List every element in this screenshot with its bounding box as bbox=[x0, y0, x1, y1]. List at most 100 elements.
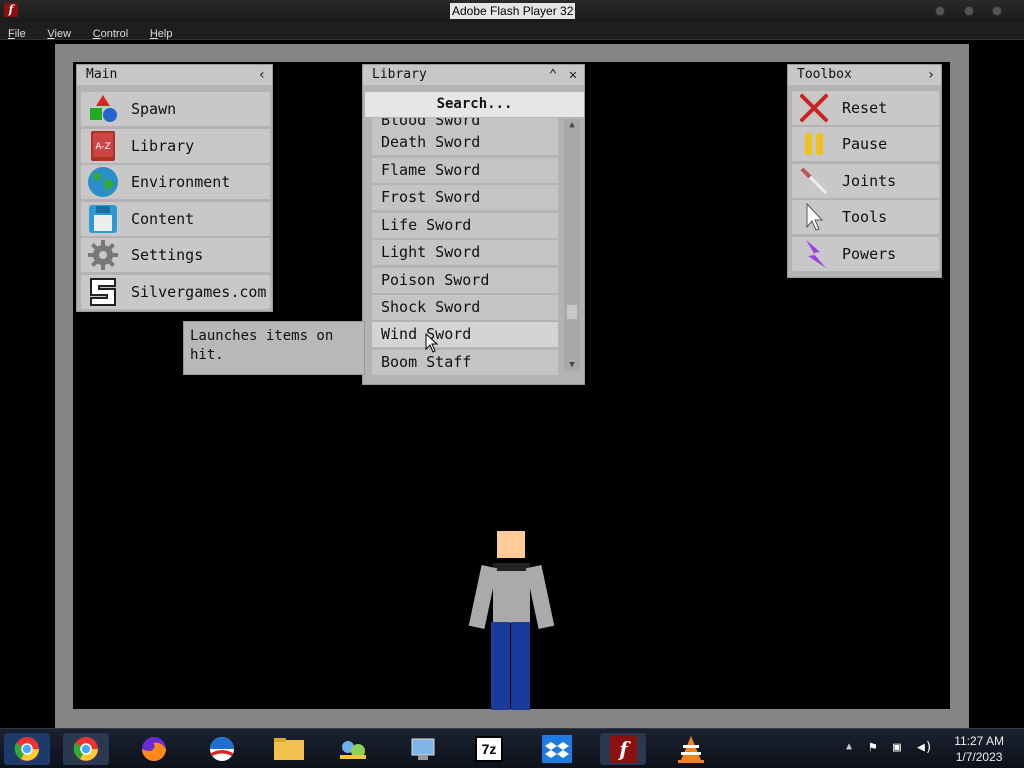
system-icon[interactable] bbox=[400, 733, 446, 765]
toolbox-item-tools[interactable]: Tools bbox=[792, 200, 939, 234]
library-scrollbar[interactable]: ▲ ▼ bbox=[564, 119, 580, 371]
toolbox-item-label: Pause bbox=[842, 135, 888, 153]
action-center-flag-icon[interactable]: ⚑ bbox=[869, 740, 877, 755]
menu-control[interactable]: Control bbox=[93, 25, 128, 43]
lightning-icon bbox=[806, 240, 826, 268]
main-item-label: Silvergames.com bbox=[131, 283, 267, 301]
library-list: Blood Sword Death Sword Flame Sword Fros… bbox=[363, 118, 563, 378]
main-item-label: Settings bbox=[131, 246, 204, 264]
library-panel: Library ⌃ ✕ Search... Blood Sword Death … bbox=[362, 64, 585, 385]
main-item-label: Environment bbox=[131, 173, 231, 191]
scrollbar-thumb[interactable] bbox=[567, 305, 577, 319]
dropbox-icon[interactable] bbox=[534, 733, 580, 765]
library-item[interactable]: Shock Sword bbox=[372, 295, 558, 320]
7zip-label: 7z bbox=[475, 736, 503, 762]
library-panel-header: Library ⌃ ✕ bbox=[363, 65, 584, 85]
toolbox-item-label: Joints bbox=[842, 172, 897, 190]
menu-view[interactable]: View bbox=[47, 25, 71, 43]
main-item-environment[interactable]: Environment bbox=[81, 165, 270, 199]
close-button[interactable] bbox=[992, 6, 1002, 16]
x-icon bbox=[800, 94, 828, 122]
menu-file[interactable]: File bbox=[8, 25, 26, 43]
library-item[interactable]: Life Sword bbox=[372, 213, 558, 238]
library-item[interactable]: Poison Sword bbox=[372, 268, 558, 293]
floppy-icon bbox=[89, 205, 117, 233]
toolbox-item-label: Tools bbox=[842, 208, 888, 226]
main-item-content[interactable]: Content bbox=[81, 202, 270, 236]
title-bar: f Adobe Flash Player 32 bbox=[0, 0, 1024, 22]
svg-text:A-Z: A-Z bbox=[95, 142, 110, 152]
scroll-down-arrow-icon[interactable]: ▼ bbox=[564, 359, 580, 371]
vlc-icon[interactable] bbox=[668, 733, 714, 765]
main-item-label: Library bbox=[131, 137, 195, 155]
collapse-up-icon[interactable]: ⌃ bbox=[544, 66, 562, 84]
toolbox-item-label: Reset bbox=[842, 99, 888, 117]
mouse-cursor-icon bbox=[425, 333, 439, 353]
toolbox-panel-title: Toolbox bbox=[797, 67, 852, 82]
minimize-button[interactable] bbox=[935, 6, 945, 16]
ragdoll-torso bbox=[493, 563, 530, 623]
toolbox-item-pause[interactable]: Pause bbox=[792, 127, 939, 161]
7zip-icon[interactable]: 7z bbox=[466, 733, 512, 765]
main-panel-title: Main bbox=[86, 67, 118, 82]
library-item[interactable]: Frost Sword bbox=[372, 185, 558, 210]
taskbar: 7z f ▲ ⚑ ▣ ◀) 11:27 AM 1/7/2023 bbox=[0, 728, 1024, 768]
start-chrome-icon[interactable] bbox=[4, 733, 50, 765]
expand-chevron-icon[interactable]: › bbox=[922, 66, 940, 84]
file-explorer-icon[interactable] bbox=[266, 733, 312, 765]
globe-icon bbox=[88, 167, 118, 197]
ragdoll-left-leg bbox=[491, 622, 510, 710]
silvergames-logo-icon bbox=[90, 278, 116, 306]
ragdoll-head bbox=[497, 531, 525, 558]
collapse-chevron-icon[interactable]: ‹ bbox=[253, 66, 271, 84]
network-icon[interactable] bbox=[330, 733, 376, 765]
item-tooltip: Launches items on hit. bbox=[183, 321, 365, 375]
ragdoll-collar bbox=[493, 563, 530, 571]
library-item[interactable]: Flame Sword bbox=[372, 158, 558, 183]
clock[interactable]: 11:27 AM 1/7/2023 bbox=[954, 733, 1004, 765]
library-item[interactable]: Light Sword bbox=[372, 240, 558, 265]
close-icon[interactable]: ✕ bbox=[564, 66, 582, 84]
main-panel-header: Main ‹ bbox=[77, 65, 272, 85]
toolbox-item-label: Powers bbox=[842, 245, 897, 263]
main-item-label: Content bbox=[131, 210, 195, 228]
volume-icon[interactable]: ◀) bbox=[917, 740, 933, 755]
shapes-icon bbox=[90, 95, 117, 122]
scroll-up-arrow-icon[interactable]: ▲ bbox=[564, 119, 580, 131]
needle-icon bbox=[800, 167, 828, 195]
toolbox-item-joints[interactable]: Joints bbox=[792, 164, 939, 198]
main-item-settings[interactable]: Settings bbox=[81, 238, 270, 272]
gear-icon bbox=[88, 240, 118, 270]
library-item[interactable]: Death Sword bbox=[372, 130, 558, 155]
main-item-label: Spawn bbox=[131, 100, 177, 118]
pause-icon bbox=[805, 133, 823, 155]
chrome-icon[interactable] bbox=[63, 733, 109, 765]
book-icon: A-Z bbox=[91, 131, 115, 161]
network-tray-icon[interactable]: ▣ bbox=[893, 740, 901, 755]
toolbox-panel-header: Toolbox › bbox=[788, 65, 941, 85]
main-panel: Main ‹ Spawn A-Z Library Environment Con bbox=[76, 64, 273, 312]
menu-help[interactable]: Help bbox=[150, 25, 173, 43]
clock-time: 11:27 AM bbox=[954, 734, 1004, 748]
main-item-silvergames[interactable]: Silvergames.com bbox=[81, 275, 270, 309]
toolbox-item-powers[interactable]: Powers bbox=[792, 237, 939, 271]
library-search[interactable]: Search... bbox=[365, 92, 584, 117]
maximize-button[interactable] bbox=[964, 6, 974, 16]
flash-player-icon[interactable]: f bbox=[600, 733, 646, 765]
ragdoll-right-leg bbox=[511, 622, 530, 710]
window-title: Adobe Flash Player 32 bbox=[450, 3, 576, 19]
cursor-icon bbox=[806, 202, 824, 231]
toolbox-item-reset[interactable]: Reset bbox=[792, 91, 939, 125]
main-item-spawn[interactable]: Spawn bbox=[81, 92, 270, 126]
clock-date: 1/7/2023 bbox=[955, 750, 1003, 764]
toolbox-panel: Toolbox › Reset Pause Joints Tools Power… bbox=[787, 64, 942, 278]
library-item[interactable]: Boom Staff bbox=[372, 350, 558, 375]
tray-expand-icon[interactable]: ▲ bbox=[846, 741, 852, 752]
menu-bar: File View Control Help bbox=[0, 22, 1024, 40]
library-panel-title: Library bbox=[372, 67, 427, 82]
browser-icon[interactable] bbox=[199, 733, 245, 765]
library-item-hovered[interactable]: Wind Sword bbox=[372, 322, 558, 347]
firefox-icon[interactable] bbox=[131, 733, 177, 765]
flash-app-icon: f bbox=[4, 3, 18, 17]
main-item-library[interactable]: A-Z Library bbox=[81, 129, 270, 163]
